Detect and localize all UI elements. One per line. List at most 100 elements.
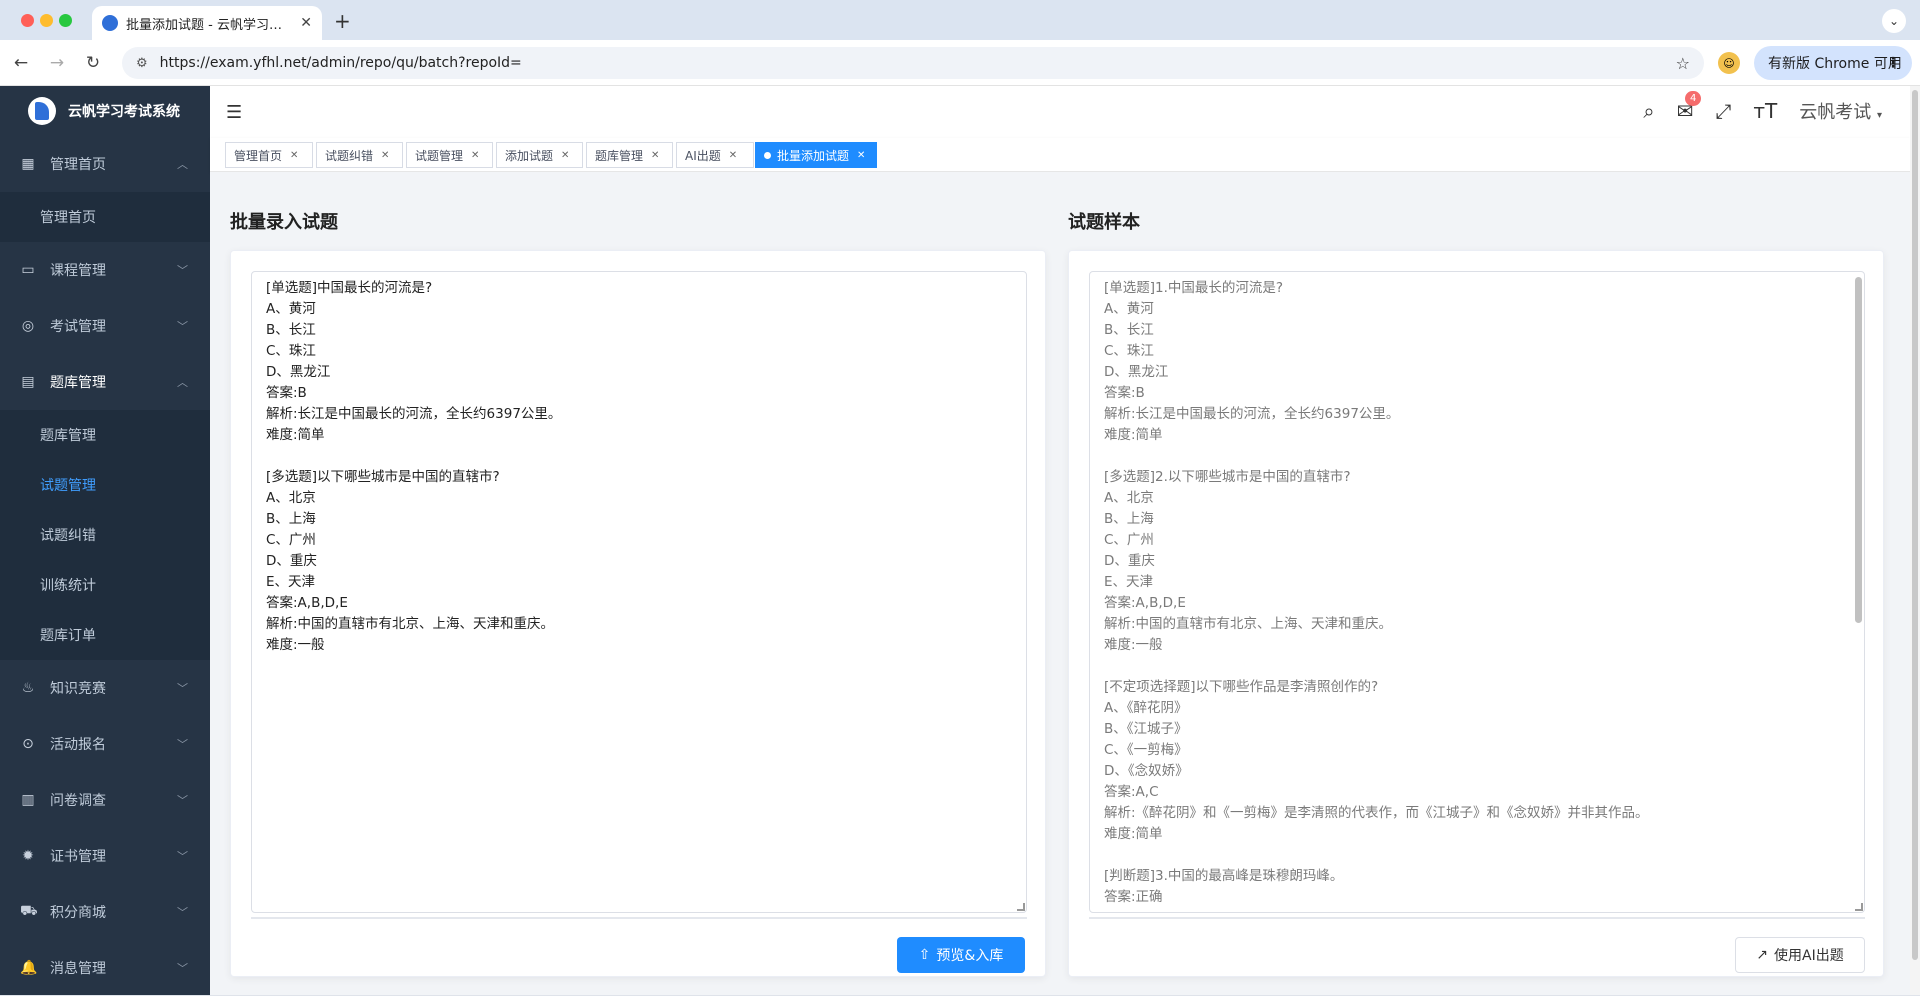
- chrome-update-label: 有新版 Chrome 可用: [1768, 56, 1902, 72]
- close-icon[interactable]: ✕: [381, 150, 389, 161]
- url-text: https://exam.yfhl.net/admin/repo/qu/batc…: [159, 55, 522, 71]
- message-icon[interactable]: ✉ 4: [1677, 91, 1702, 123]
- close-icon[interactable]: ✕: [290, 150, 298, 161]
- menu-group-label: 题库管理: [50, 375, 106, 391]
- close-icon[interactable]: ✕: [729, 150, 737, 161]
- badge-icon: ✹: [22, 848, 34, 864]
- chevron-down-icon: ﹀: [177, 738, 188, 751]
- new-tab-button[interactable]: +: [334, 9, 351, 33]
- submenu-question-bank: 题库管理 试题管理 试题纠错 训练统计 题库订单: [0, 410, 210, 660]
- tag-label: 题库管理: [595, 148, 644, 163]
- bookmark-star-icon[interactable]: ☆: [1676, 54, 1690, 73]
- menu-group-label: 课程管理: [50, 263, 106, 279]
- batch-input-panel: [单选题]中国最长的河流是? A、黄河 B、长江 C、珠江 D、黑龙江 答案:B…: [230, 250, 1046, 977]
- address-bar[interactable]: ⚙ https://exam.yfhl.net/admin/repo/qu/ba…: [122, 47, 1704, 79]
- close-tab-icon[interactable]: ✕: [300, 15, 312, 31]
- app-logo[interactable]: 云帆学习考试系统: [0, 86, 210, 136]
- sidebar: 云帆学习考试系统 ▦ 管理首页 ︿ 管理首页 ▭ 课程管理 ﹀ ◎ 考试管理 ﹀…: [0, 86, 210, 995]
- chevron-down-icon: ﹀: [177, 320, 188, 333]
- tag-label: 管理首页: [234, 148, 283, 163]
- tag-repo[interactable]: 题库管理 ✕: [586, 142, 673, 168]
- sidebar-toggle-icon[interactable]: ☰: [226, 102, 242, 123]
- menu-group-dashboard[interactable]: ▦ 管理首页 ︿: [0, 136, 210, 192]
- profile-avatar[interactable]: ☺: [1718, 52, 1740, 74]
- app-name: 云帆学习考试系统: [68, 104, 180, 120]
- menu-group-courses[interactable]: ▭ 课程管理 ﹀: [0, 242, 210, 298]
- tag-add-question[interactable]: 添加试题 ✕: [496, 142, 583, 168]
- chrome-update-button[interactable]: 有新版 Chrome 可用 ⋮: [1754, 46, 1912, 80]
- menu-group-exams[interactable]: ◎ 考试管理 ﹀: [0, 298, 210, 354]
- caret-down-icon: ▾: [1876, 110, 1882, 121]
- menu-group-messages[interactable]: 🔔 消息管理 ﹀: [0, 940, 210, 996]
- tag-dashboard[interactable]: 管理首页 ✕: [225, 142, 313, 168]
- browser-tab[interactable]: 批量添加试题 - 云帆学习考试系 ✕: [92, 6, 322, 40]
- notification-badge: 4: [1684, 91, 1702, 106]
- tag-label: 添加试题: [505, 148, 554, 163]
- more-menu-icon[interactable]: ⋮: [1886, 55, 1900, 71]
- site-favicon-icon: [102, 15, 118, 31]
- chevron-up-icon: ︿: [177, 376, 188, 389]
- search-icon[interactable]: ⌕: [1643, 99, 1654, 123]
- divider: [251, 917, 1027, 919]
- sidebar-item-repo[interactable]: 题库管理: [0, 410, 210, 460]
- maximize-window-button[interactable]: [59, 14, 72, 27]
- preview-import-button[interactable]: ⇧ 预览&入库: [897, 937, 1025, 973]
- forward-icon[interactable]: →: [44, 50, 70, 76]
- menu-group-question-bank[interactable]: ▤ 题库管理 ︿: [0, 354, 210, 410]
- sidebar-item-questions[interactable]: 试题管理: [0, 460, 210, 510]
- user-menu[interactable]: 云帆考试 ▾: [1799, 98, 1882, 124]
- chevron-down-icon: ﹀: [177, 682, 188, 695]
- page-scrollbar[interactable]: [1910, 86, 1920, 995]
- divider: [1089, 917, 1865, 919]
- close-icon[interactable]: ✕: [561, 150, 569, 161]
- arrow-up-right-icon: ↗: [1756, 947, 1768, 963]
- tag-ai[interactable]: AI出题 ✕: [676, 142, 754, 168]
- menu-group-mall[interactable]: ⛟ 积分商城 ﹀: [0, 884, 210, 940]
- fullscreen-icon[interactable]: ⤢: [1715, 99, 1731, 123]
- sample-panel: [单选题]1.中国最长的河流是? A、黄河 B、长江 C、珠江 D、黑龙江 答案…: [1068, 250, 1884, 977]
- browser-tab-title: 批量添加试题 - 云帆学习考试系: [126, 17, 295, 33]
- tag-batch-add[interactable]: 批量添加试题 ✕: [755, 142, 877, 168]
- close-icon[interactable]: ✕: [471, 150, 479, 161]
- fire-icon: ♨: [21, 680, 35, 696]
- sample-textarea[interactable]: [单选题]1.中国最长的河流是? A、黄河 B、长江 C、珠江 D、黑龙江 答案…: [1089, 271, 1865, 913]
- menu-group-label: 证书管理: [50, 849, 106, 865]
- minimize-window-button[interactable]: [40, 14, 53, 27]
- tags-view: 管理首页 ✕ 试题纠错 ✕ 试题管理 ✕ 添加试题 ✕ 题库管理 ✕ AI出题 ✕ 批量添加…: [210, 138, 1910, 172]
- chevron-down-icon: ﹀: [177, 264, 188, 277]
- sidebar-item-orders[interactable]: 题库订单: [0, 610, 210, 660]
- sidebar-item-corrections[interactable]: 试题纠错: [0, 510, 210, 560]
- back-icon[interactable]: ←: [8, 50, 34, 76]
- menu-group-certificate[interactable]: ✹ 证书管理 ﹀: [0, 828, 210, 884]
- close-icon[interactable]: ✕: [857, 150, 865, 161]
- ai-generate-label: 使用AI出题: [1774, 948, 1844, 964]
- logo-icon: [28, 97, 56, 125]
- reload-icon[interactable]: ↻: [80, 50, 106, 76]
- tab-search-button[interactable]: ⌄: [1882, 9, 1906, 33]
- ai-generate-button[interactable]: ↗ 使用AI出题: [1735, 937, 1865, 973]
- chevron-down-icon: ﹀: [177, 850, 188, 863]
- book-icon: ▥: [21, 792, 35, 808]
- site-info-icon[interactable]: ⚙: [136, 56, 148, 71]
- batch-question-textarea[interactable]: [单选题]中国最长的河流是? A、黄河 B、长江 C、珠江 D、黑龙江 答案:B…: [251, 271, 1027, 913]
- sidebar-item-training-stats[interactable]: 训练统计: [0, 560, 210, 610]
- sample-scrollbar[interactable]: [1855, 277, 1862, 623]
- font-size-icon[interactable]: ᴛT: [1753, 99, 1777, 123]
- tag-label: 试题管理: [415, 148, 464, 163]
- sidebar-item-dashboard[interactable]: 管理首页: [0, 192, 210, 242]
- tag-label: 批量添加试题: [777, 148, 850, 163]
- close-window-button[interactable]: [21, 14, 34, 27]
- menu-group-contest[interactable]: ♨ 知识竞赛 ﹀: [0, 660, 210, 716]
- close-icon[interactable]: ✕: [651, 150, 659, 161]
- header-actions: ⌕ ✉ 4 ⤢ ᴛT 云帆考试 ▾: [1643, 91, 1882, 124]
- preview-import-label: 预览&入库: [936, 948, 1004, 964]
- resize-handle-icon[interactable]: [1855, 903, 1863, 911]
- menu-group-activity[interactable]: ⊙ 活动报名 ﹀: [0, 716, 210, 772]
- tag-questions[interactable]: 试题管理 ✕: [406, 142, 493, 168]
- resize-handle-icon[interactable]: [1017, 903, 1025, 911]
- page-scrollbar-thumb[interactable]: [1912, 90, 1918, 960]
- menu-group-survey[interactable]: ▥ 问卷调查 ﹀: [0, 772, 210, 828]
- tag-corrections[interactable]: 试题纠错 ✕: [316, 142, 403, 168]
- menu-group-label: 活动报名: [50, 737, 106, 753]
- sample-title: 试题样本: [1068, 212, 1140, 233]
